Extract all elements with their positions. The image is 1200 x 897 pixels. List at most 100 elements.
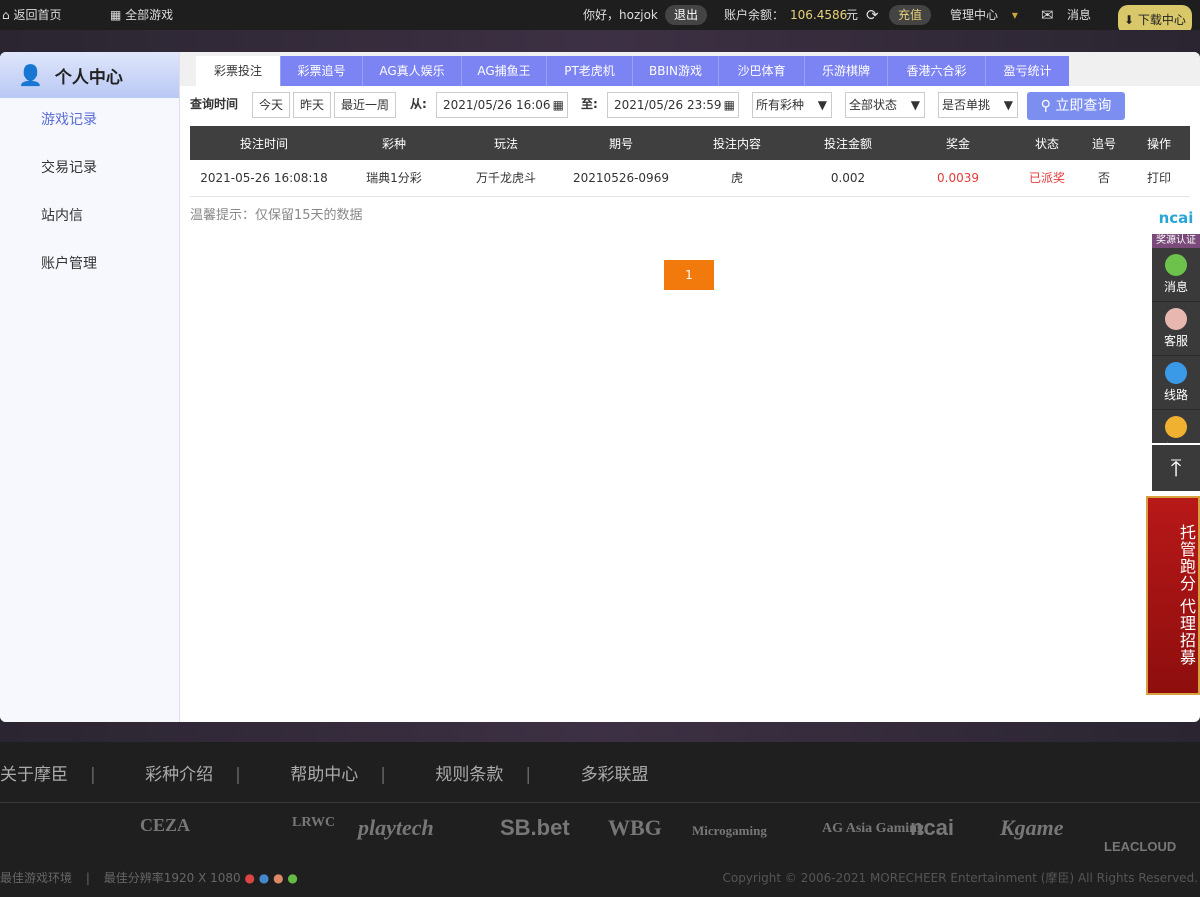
support-float-button[interactable]: 客服 xyxy=(1152,308,1200,356)
speedometer-icon xyxy=(1165,362,1187,384)
logo-microgaming: Microgaming xyxy=(692,823,767,838)
page-button-1[interactable]: 1 xyxy=(664,260,714,290)
label: 线路 xyxy=(1163,388,1188,402)
last-week-button[interactable]: 最近一周 xyxy=(334,92,397,118)
balance-label: 账户余额： xyxy=(724,8,785,22)
lottery-select[interactable]: 所有彩种 ▼ xyxy=(752,92,832,118)
col-header: 操作 xyxy=(1128,126,1190,160)
home-label: 返回首页 xyxy=(13,8,62,22)
manage-menu[interactable]: 管理中心 ▾ xyxy=(950,0,1018,30)
chevron-down-icon: ▼ xyxy=(1003,98,1013,112)
manage-label: 管理中心 xyxy=(950,8,999,22)
col-header: 追号 xyxy=(1080,126,1128,160)
help-icon xyxy=(1165,416,1187,438)
status: 已派奖 xyxy=(1014,160,1080,197)
from-date-value: 2021/05/26 16:06 xyxy=(443,98,551,112)
footer-link-rules[interactable]: 规则条款 xyxy=(435,765,503,785)
messages-float-button[interactable]: 消息 xyxy=(1152,254,1200,302)
footer-link-help[interactable]: 帮助中心 xyxy=(290,765,358,785)
logo-kgame: Kgame xyxy=(1000,815,1064,840)
logo-leacloud: LEACLOUD xyxy=(1104,839,1177,854)
footer: 关于摩臣 | 彩种介绍 | 帮助中心 | 规则条款 | 多彩联盟 CEZA LRWC p… xyxy=(0,742,1200,897)
sidebar-item-account[interactable]: 账户管理 xyxy=(0,242,179,290)
resolution-label: 最佳分辨率1920 X 1080 xyxy=(103,871,241,885)
tab-lottery-chase[interactable]: 彩票追号 xyxy=(281,56,363,86)
yesterday-button[interactable]: 昨天 xyxy=(293,92,332,118)
tab-bar: 彩票投注 彩票追号 AG真人娱乐 AG捕鱼王 PT老虎机 BBIN游戏 沙巴体育… xyxy=(180,52,1200,86)
sidebar-header: 👤 个人中心 xyxy=(0,52,179,98)
from-date-input[interactable]: 2021/05/26 16:06 ▦ xyxy=(436,92,568,118)
label: 客服 xyxy=(1163,334,1188,348)
sidebar-item-inbox[interactable]: 站内信 xyxy=(0,194,179,242)
logo-wbg: WBG xyxy=(608,815,662,840)
col-header: 奖金 xyxy=(902,126,1014,160)
main-panel: 👤 个人中心 游戏记录 交易记录 站内信 账户管理 彩票投注 彩票追号 AG真人娱… xyxy=(0,52,1200,722)
status-select[interactable]: 全部状态 ▼ xyxy=(845,92,925,118)
col-header: 投注金额 xyxy=(794,126,902,160)
footer-link-about[interactable]: 关于摩臣 xyxy=(0,765,68,785)
tab-lottery-bets[interactable]: 彩票投注 xyxy=(196,56,281,86)
calendar-icon[interactable]: ▦ xyxy=(724,93,735,117)
back-to-top-button[interactable]: ⤒ xyxy=(1152,445,1200,491)
logo-lrwc: LRWC xyxy=(292,815,336,830)
refresh-icon[interactable]: ⟳ xyxy=(866,0,879,30)
chevron-down-icon: ▾ xyxy=(1011,8,1018,22)
tab-saba-sports[interactable]: 沙巴体育 xyxy=(719,56,805,86)
print-link[interactable]: 打印 xyxy=(1128,160,1190,197)
sidebar-item-game-records[interactable]: 游戏记录 xyxy=(0,98,179,146)
mail-icon[interactable]: ✉ xyxy=(1041,0,1054,30)
home-link[interactable]: ⌂ 返回首页 xyxy=(2,0,61,30)
tip-text: 温馨提示：仅保留15天的数据 xyxy=(190,208,363,223)
col-header: 投注内容 xyxy=(680,126,794,160)
issue-number: 20210526-0969 xyxy=(562,160,680,197)
logo-ag: AG Asia Gaming xyxy=(822,821,924,836)
logout-button[interactable]: 退出 xyxy=(665,5,708,25)
logo-ncai: ncai xyxy=(910,815,955,840)
currency: 元 xyxy=(846,8,859,22)
agent-recruit-banner[interactable]: 托管跑分 代理招募 xyxy=(1146,496,1200,695)
col-header: 期号 xyxy=(562,126,680,160)
recharge-button[interactable]: 充值 xyxy=(889,5,932,25)
single-select[interactable]: 是否单挑 ▼ xyxy=(938,92,1018,118)
footer-link-alliance[interactable]: 多彩联盟 xyxy=(581,765,649,785)
tab-bbin[interactable]: BBIN游戏 xyxy=(633,56,719,86)
lottery-select-value: 所有彩种 xyxy=(756,98,805,112)
arrow-up-icon: ⤒ xyxy=(1170,454,1182,482)
agent-icon xyxy=(1165,308,1187,330)
play-type: 万千龙虎斗 xyxy=(450,160,562,197)
sidebar-item-transactions[interactable]: 交易记录 xyxy=(0,146,179,194)
footer-links: 关于摩臣 | 彩种介绍 | 帮助中心 | 规则条款 | 多彩联盟 xyxy=(0,765,649,785)
bet-content: 虎 xyxy=(680,160,794,197)
to-label: 至: xyxy=(581,97,598,111)
tab-ag-live[interactable]: AG真人娱乐 xyxy=(363,56,462,86)
single-select-value: 是否单挑 xyxy=(942,98,991,112)
tab-hk-lottery[interactable]: 香港六合彩 xyxy=(888,56,986,86)
tab-chess[interactable]: 乐游棋牌 xyxy=(805,56,888,86)
logo-ceza: CEZA xyxy=(140,815,191,835)
top-bar: ⌂ 返回首页 ▦ 全部游戏 你好，hozjok 退出 账户余额： 106.458… xyxy=(0,0,1200,35)
label: 消息 xyxy=(1163,280,1188,294)
messages-link[interactable]: 消息 xyxy=(1067,0,1091,30)
greeting: 你好，hozjok xyxy=(583,8,658,22)
tab-profit-stats[interactable]: 盈亏统计 xyxy=(986,56,1069,86)
calendar-icon[interactable]: ▦ xyxy=(553,93,564,117)
search-icon: ⚲ xyxy=(1040,98,1051,114)
to-date-input[interactable]: 2021/05/26 23:59 ▦ xyxy=(607,92,739,118)
status-select-value: 全部状态 xyxy=(849,98,898,112)
balance-value: 106.4586 xyxy=(790,8,848,22)
today-button[interactable]: 今天 xyxy=(252,92,291,118)
col-header: 投注时间 xyxy=(190,126,338,160)
sidebar-title: 个人中心 xyxy=(54,67,123,88)
chat-icon xyxy=(1165,254,1187,276)
routes-float-button[interactable]: 线路 xyxy=(1152,362,1200,410)
tab-pt-slots[interactable]: PT老虎机 xyxy=(547,56,633,86)
footer-link-lotteries[interactable]: 彩种介绍 xyxy=(145,765,213,785)
all-games-link[interactable]: ▦ 全部游戏 xyxy=(110,0,173,30)
tab-ag-fishing[interactable]: AG捕鱼王 xyxy=(462,56,547,86)
col-header: 彩种 xyxy=(338,126,450,160)
bet-time: 2021-05-26 16:08:18 xyxy=(190,160,338,197)
chevron-down-icon: ▼ xyxy=(910,98,920,112)
sidebar: 👤 个人中心 游戏记录 交易记录 站内信 账户管理 xyxy=(0,52,180,722)
search-button[interactable]: ⚲ 立即查询 xyxy=(1027,92,1125,120)
all-games-label: 全部游戏 xyxy=(125,8,174,22)
